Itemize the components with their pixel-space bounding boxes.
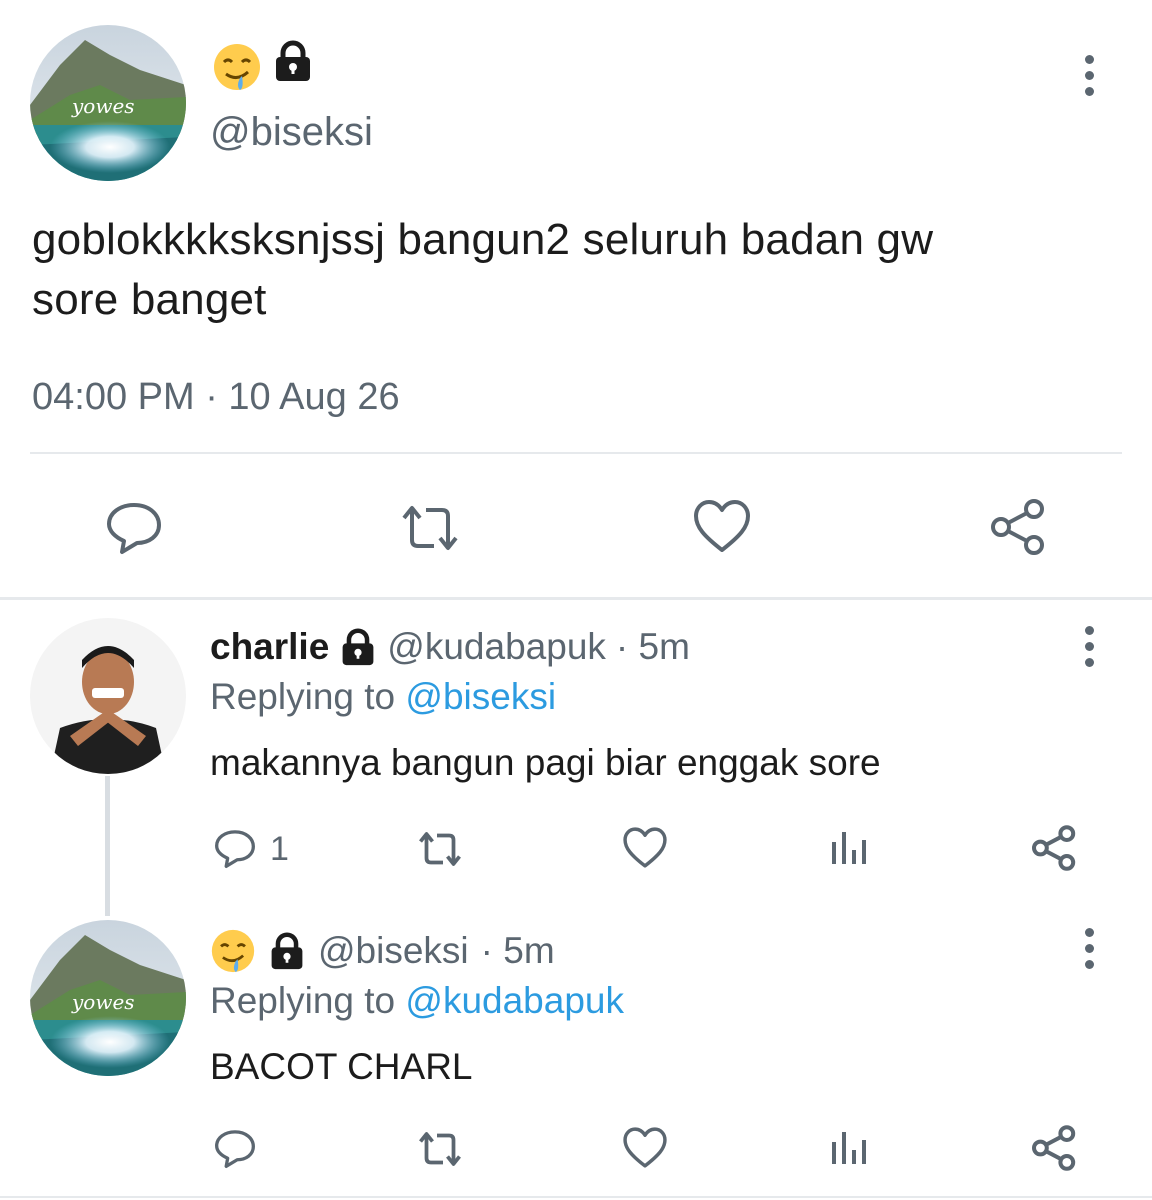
mention-link[interactable]: @kudabapuk <box>405 980 624 1021</box>
reply-text: BACOT CHARL <box>210 1046 473 1087</box>
share-icon[interactable] <box>988 497 1048 557</box>
reply-count: 1 <box>270 830 289 868</box>
drooling-face-icon <box>212 42 262 92</box>
reply-time: · 5m <box>480 930 555 971</box>
tweet-text-line1: goblokkkksksnjssj bangun2 seluruh badan … <box>32 215 934 264</box>
reply-author-handle[interactable]: @kudabapuk <box>387 626 606 668</box>
reply-icon[interactable] <box>104 497 164 557</box>
avatar-caption: yowes <box>72 990 135 1014</box>
like-icon[interactable] <box>622 1126 668 1169</box>
reply-author-name[interactable]: charlie <box>210 626 329 668</box>
avatar-caption: yowes <box>72 94 135 118</box>
divider <box>0 1196 1152 1198</box>
share-icon[interactable] <box>1030 1124 1078 1172</box>
author-handle[interactable]: @biseksi <box>210 110 373 155</box>
retweet-icon[interactable] <box>414 1128 466 1170</box>
reply-time: · 5m <box>615 626 690 667</box>
replying-to: Replying to @biseksi <box>210 676 556 718</box>
tweet-timestamp: 04:00 PM · 10 Aug 26 <box>32 376 400 418</box>
like-icon[interactable] <box>692 498 752 554</box>
more-options-icon[interactable] <box>1074 918 1104 978</box>
lock-icon <box>339 628 377 666</box>
retweet-icon[interactable] <box>396 500 464 556</box>
replying-to-label: Replying to <box>210 980 396 1021</box>
replying-to-label: Replying to <box>210 676 396 717</box>
reply-avatar[interactable] <box>30 618 186 774</box>
replying-to: Replying to @kudabapuk <box>210 980 624 1022</box>
like-icon[interactable] <box>622 826 668 869</box>
reply-icon[interactable] <box>212 1126 258 1170</box>
reply-icon[interactable] <box>212 826 258 870</box>
divider <box>30 452 1122 454</box>
tweet-text-line2: sore banget <box>32 275 267 324</box>
more-options-icon[interactable] <box>1074 616 1104 676</box>
analytics-icon[interactable] <box>828 828 870 868</box>
lock-icon <box>268 932 306 970</box>
section-divider <box>0 597 1152 600</box>
mention-link[interactable]: @biseksi <box>405 676 556 717</box>
share-icon[interactable] <box>1030 824 1078 872</box>
more-options-icon[interactable] <box>1074 45 1104 105</box>
reply-author-handle[interactable]: @biseksi <box>318 930 469 972</box>
reply-text: makannya bangun pagi biar enggak sore <box>210 742 881 783</box>
analytics-icon[interactable] <box>828 1128 870 1168</box>
lock-icon <box>272 40 314 82</box>
thread-line <box>105 776 110 916</box>
drooling-face-icon <box>210 928 256 974</box>
retweet-icon[interactable] <box>414 828 466 870</box>
